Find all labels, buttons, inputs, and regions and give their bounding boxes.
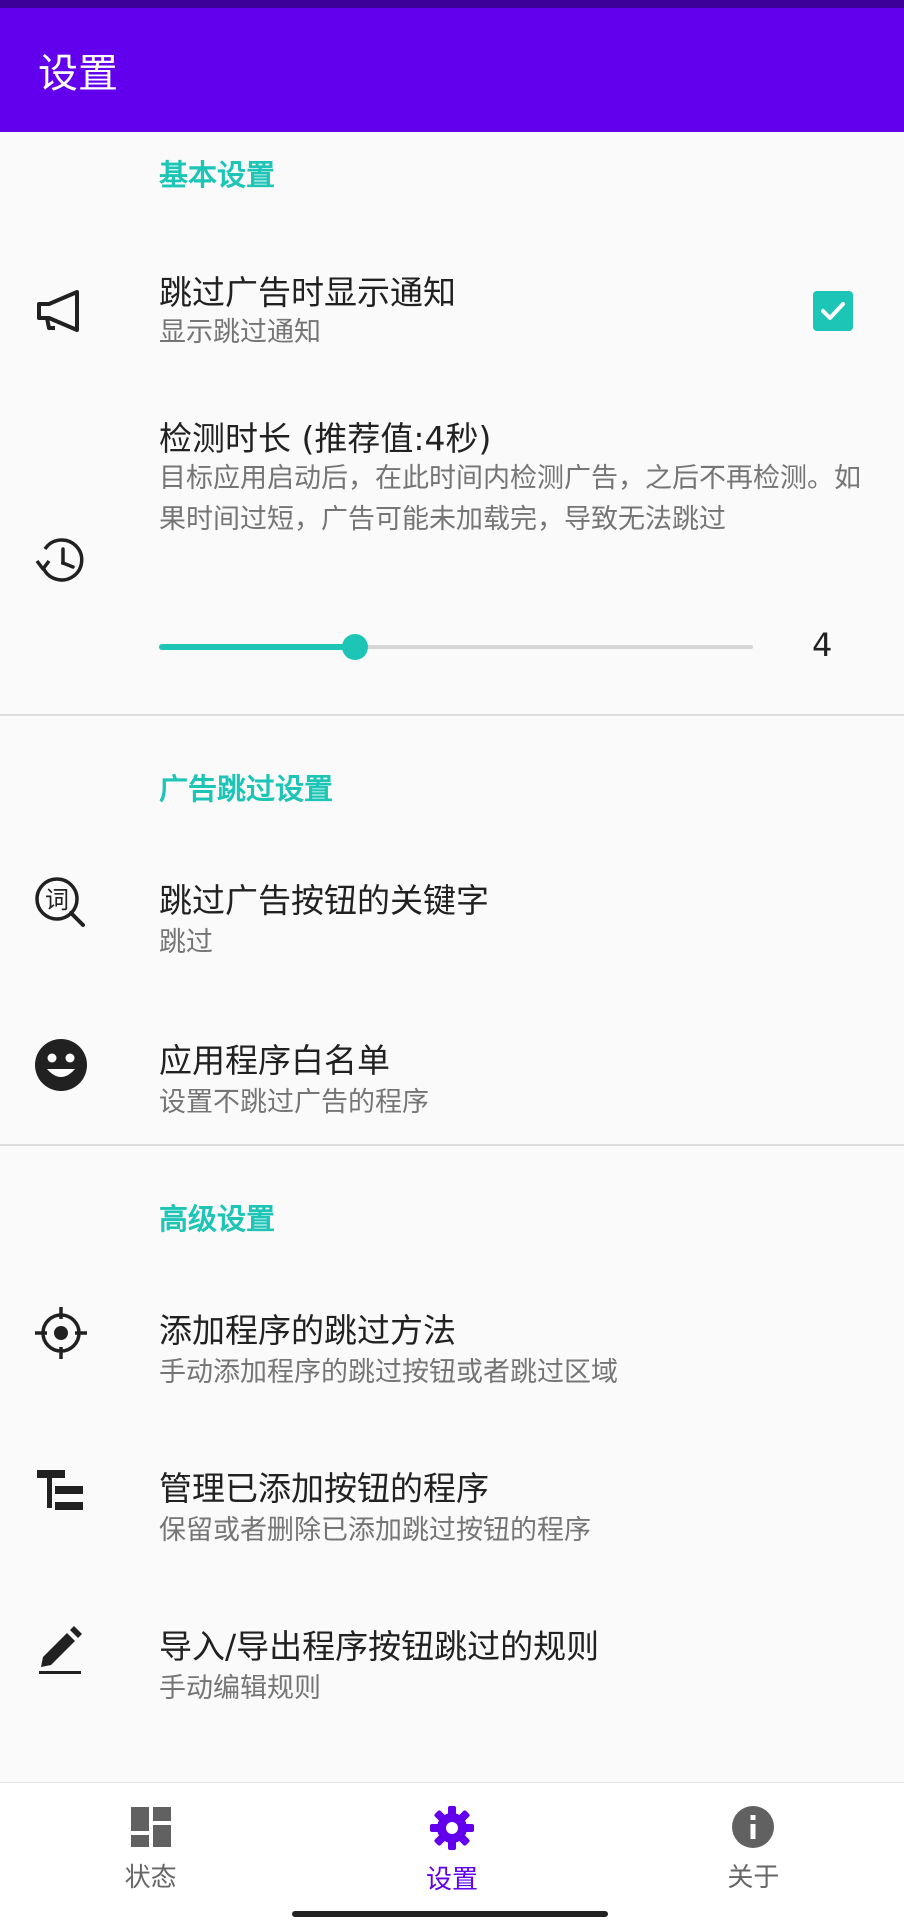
pref-keywords[interactable]: 词 跳过广告按钮的关键字 跳过 xyxy=(0,848,904,978)
pref-keywords-summary: 跳过 xyxy=(159,927,213,958)
pref-manage-buttons-summary: 保留或者删除已添加跳过按钮的程序 xyxy=(159,1515,591,1546)
pref-detect-duration-summary: 目标应用启动后，在此时间内检测广告，之后不再检测。如果时间过短，广告可能未加载完… xyxy=(159,463,861,535)
settings-list[interactable]: 基本设置 跳过广告时显示通知 显示跳过通知 检测时长 (推荐值:4秒) 目标应用… xyxy=(0,132,904,1782)
nav-item-settings[interactable]: 设置 xyxy=(301,1783,602,1920)
nav-label-status: 状态 xyxy=(124,1863,177,1893)
crosshair-icon xyxy=(30,1302,92,1364)
check-icon xyxy=(821,302,845,320)
pref-add-method[interactable]: 添加程序的跳过方法 手动添加程序的跳过按钮或者跳过区域 xyxy=(0,1278,904,1408)
pref-show-notice-title: 跳过广告时显示通知 xyxy=(159,273,456,312)
show-notice-checkbox[interactable] xyxy=(813,291,853,331)
pref-import-export-title: 导入/导出程序按钮跳过的规则 xyxy=(159,1627,600,1666)
bottom-navigation: 状态 设置 关于 xyxy=(0,1782,904,1920)
info-icon xyxy=(732,1806,775,1848)
detect-duration-slider[interactable] xyxy=(159,626,753,666)
word-search-icon: 词 xyxy=(30,872,92,934)
pencil-icon xyxy=(30,1618,92,1680)
pref-detect-duration-title: 检测时长 (推荐值:4秒) xyxy=(159,419,492,458)
slider-thumb[interactable] xyxy=(342,634,368,660)
slider-fill xyxy=(159,644,355,650)
megaphone-icon xyxy=(30,280,92,342)
pref-keywords-title: 跳过广告按钮的关键字 xyxy=(159,881,489,920)
pref-manage-buttons[interactable]: 管理已添加按钮的程序 保留或者删除已添加跳过按钮的程序 xyxy=(0,1436,904,1566)
category-basic-title: 基本设置 xyxy=(159,158,276,192)
detect-duration-value: 4 xyxy=(812,626,833,664)
tree-list-icon xyxy=(30,1460,92,1522)
pref-manage-areas[interactable]: 管理已添加区域的程序 xyxy=(0,1752,904,1782)
pref-add-method-summary: 手动添加程序的跳过按钮或者跳过区域 xyxy=(159,1357,618,1388)
nav-item-status[interactable]: 状态 xyxy=(0,1783,301,1920)
nav-item-about[interactable]: 关于 xyxy=(603,1783,904,1920)
category-skip-title: 广告跳过设置 xyxy=(159,772,334,806)
category-advanced-title: 高级设置 xyxy=(159,1202,276,1236)
page-title: 设置 xyxy=(38,51,118,97)
timer-history-icon xyxy=(30,530,92,592)
gear-icon xyxy=(429,1806,474,1850)
status-bar xyxy=(0,0,904,8)
pref-manage-areas-title: 管理已添加区域的程序 xyxy=(159,1774,489,1782)
svg-text:词: 词 xyxy=(45,886,69,914)
divider xyxy=(0,714,904,716)
home-indicator xyxy=(292,1911,608,1917)
pref-import-export[interactable]: 导入/导出程序按钮跳过的规则 手动编辑规则 xyxy=(0,1594,904,1724)
dashboard-icon xyxy=(130,1807,171,1847)
pref-import-export-summary: 手动编辑规则 xyxy=(159,1673,321,1704)
pref-detect-duration[interactable]: 检测时长 (推荐值:4秒) 目标应用启动后，在此时间内检测广告，之后不再检测。如… xyxy=(0,412,904,712)
pref-show-notice[interactable]: 跳过广告时显示通知 显示跳过通知 xyxy=(0,260,904,380)
pref-whitelist-summary: 设置不跳过广告的程序 xyxy=(159,1087,429,1118)
nav-label-about: 关于 xyxy=(727,1863,780,1893)
pref-show-notice-summary: 显示跳过通知 xyxy=(159,317,321,348)
smiley-icon xyxy=(30,1034,92,1096)
pref-whitelist-title: 应用程序白名单 xyxy=(159,1041,390,1080)
pref-whitelist[interactable]: 应用程序白名单 设置不跳过广告的程序 xyxy=(0,1008,904,1138)
nav-label-settings: 设置 xyxy=(425,1865,478,1895)
pref-add-method-title: 添加程序的跳过方法 xyxy=(159,1311,456,1350)
pref-manage-buttons-title: 管理已添加按钮的程序 xyxy=(159,1469,489,1508)
app-bar: 设置 xyxy=(0,8,904,132)
divider xyxy=(0,1144,904,1146)
